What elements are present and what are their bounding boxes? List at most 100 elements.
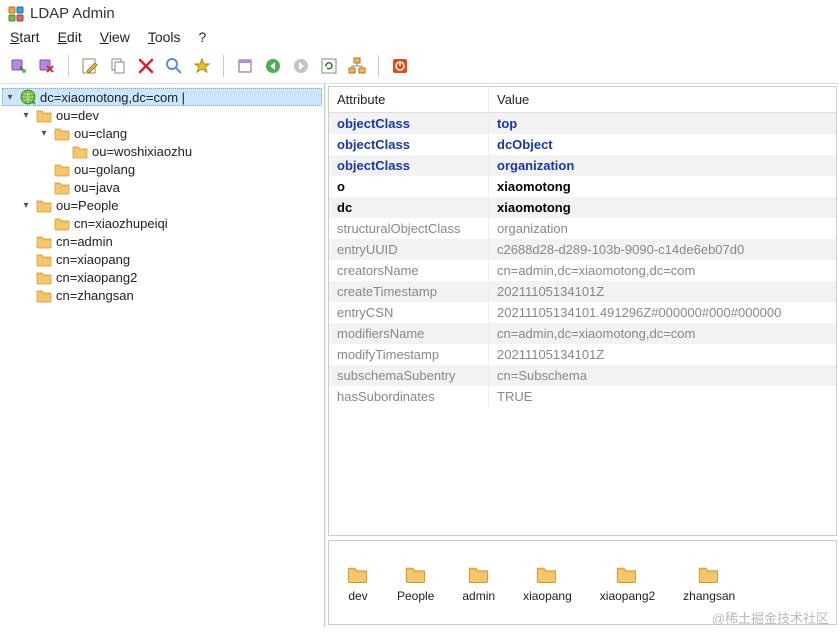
attribute-row[interactable]: oxiaomotong [329,176,836,197]
child-label: dev [348,589,367,603]
child-item[interactable]: People [397,563,434,603]
folder-icon [36,233,52,249]
folder-icon [36,287,52,303]
folder-icon [54,179,70,195]
attribute-row[interactable]: objectClassdcObject [329,134,836,155]
attribute-value: 20211105134101Z [489,281,836,302]
forward-button[interactable] [288,53,314,79]
attribute-row[interactable]: subschemaSubentrycn=Subschema [329,365,836,386]
folder-icon [54,161,70,177]
attribute-value: 20211105134101.491296Z#000000#000#000000 [489,302,836,323]
attribute-value: organization [489,218,836,239]
tree-node-golang[interactable]: ou=golang [2,160,322,178]
attribute-row[interactable]: creatorsNamecn=admin,dc=xiaomotong,dc=co… [329,260,836,281]
attribute-value: c2688d28-d289-103b-9090-c14de6eb07d0 [489,239,836,260]
attribute-row[interactable]: entryUUIDc2688d28-d289-103b-9090-c14de6e… [329,239,836,260]
tree-node-xiaopang[interactable]: cn=xiaopang [2,250,322,268]
attribute-row[interactable]: hasSubordinatesTRUE [329,386,836,407]
tree-node-people[interactable]: ▾ ou=People [2,196,322,214]
attribute-pane: Attribute Value objectClasstopobjectClas… [328,86,837,536]
tree-node-admin[interactable]: cn=admin [2,232,322,250]
tree-node-dev[interactable]: ▾ ou=dev [2,106,322,124]
tree-pane[interactable]: ▾ dc=xiaomotong,dc=com | ▾ ou=dev ▾ ou=c… [0,84,325,627]
modify-button[interactable] [189,53,215,79]
attribute-value: cn=admin,dc=xiaomotong,dc=com [489,260,836,281]
schema-button[interactable] [344,53,370,79]
attribute-value: organization [489,155,836,176]
refresh-button[interactable] [316,53,342,79]
chevron-down-icon[interactable]: ▾ [20,110,32,121]
tree-node-xiaozhupeiqi[interactable]: cn=xiaozhupeiqi [2,214,322,232]
child-item[interactable]: zhangsan [683,563,735,603]
attribute-row[interactable]: modifyTimestamp20211105134101Z [329,344,836,365]
bookmark-button[interactable] [232,53,258,79]
menubar: Start Edit View Tools ? [0,27,839,49]
child-item[interactable]: xiaopang [523,563,572,603]
attribute-name: o [329,176,489,197]
tree-node-label: cn=xiaopang [56,252,130,267]
tree-node-java[interactable]: ou=java [2,178,322,196]
attribute-row[interactable]: objectClasstop [329,113,836,134]
attribute-value: top [489,113,836,134]
attribute-name: hasSubordinates [329,386,489,407]
window-title: LDAP Admin [30,5,115,22]
child-item[interactable]: dev [347,563,369,603]
attribute-row[interactable]: structuralObjectClassorganization [329,218,836,239]
tree-node-woshixiaozhu[interactable]: ou=woshixiaozhu [2,142,322,160]
tree-node-clang[interactable]: ▾ ou=clang [2,124,322,142]
attribute-name: modifiersName [329,323,489,344]
tree-node-zhangsan[interactable]: cn=zhangsan [2,286,322,304]
globe-icon [20,89,36,105]
col-attribute[interactable]: Attribute [329,87,489,112]
attribute-value: TRUE [489,386,836,407]
search-button[interactable] [161,53,187,79]
back-button[interactable] [260,53,286,79]
tree-node-label: ou=dev [56,108,99,123]
chevron-down-icon[interactable]: ▾ [20,200,32,211]
col-value[interactable]: Value [489,87,836,112]
child-label: xiaopang2 [600,589,655,603]
attribute-name: objectClass [329,113,489,134]
folder-icon [36,251,52,267]
tree-node-xiaopang2[interactable]: cn=xiaopang2 [2,268,322,286]
tree-node-label: dc=xiaomotong,dc=com | [40,90,185,105]
exit-button[interactable] [387,53,413,79]
child-label: xiaopang [523,589,572,603]
menu-tools[interactable]: Tools [148,29,181,45]
tree-node-label: cn=xiaozhupeiqi [74,216,168,231]
menu-help[interactable]: ? [199,29,207,45]
copy-entry-button[interactable] [105,53,131,79]
menu-edit[interactable]: Edit [58,29,82,45]
chevron-down-icon[interactable]: ▾ [38,128,50,139]
attribute-name: subschemaSubentry [329,365,489,386]
tree-node-label: ou=People [56,198,119,213]
attribute-value: dcObject [489,134,836,155]
attribute-value: 20211105134101Z [489,344,836,365]
app-icon [8,6,24,22]
connect-button[interactable] [6,53,32,79]
menu-start[interactable]: Start [10,29,40,45]
child-item[interactable]: xiaopang2 [600,563,655,603]
attribute-value: xiaomotong [489,176,836,197]
child-item[interactable]: admin [462,563,495,603]
delete-button[interactable] [133,53,159,79]
tree-root[interactable]: ▾ dc=xiaomotong,dc=com | [2,88,322,106]
children-pane: dev People admin xiaopang xiaopang2 zhangsan [328,540,837,625]
folder-icon [54,125,70,141]
attribute-row[interactable]: objectClassorganization [329,155,836,176]
attribute-row[interactable]: entryCSN20211105134101.491296Z#000000#00… [329,302,836,323]
menu-view[interactable]: View [100,29,130,45]
folder-icon [698,563,720,585]
attribute-value: xiaomotong [489,197,836,218]
chevron-down-icon[interactable]: ▾ [4,92,16,103]
tree-node-label: cn=zhangsan [56,288,134,303]
titlebar: LDAP Admin [0,0,839,27]
folder-icon [72,143,88,159]
attribute-name: dc [329,197,489,218]
attribute-row[interactable]: createTimestamp20211105134101Z [329,281,836,302]
folder-icon [405,563,427,585]
edit-entry-button[interactable] [77,53,103,79]
attribute-row[interactable]: dcxiaomotong [329,197,836,218]
attribute-row[interactable]: modifiersNamecn=admin,dc=xiaomotong,dc=c… [329,323,836,344]
disconnect-button[interactable] [34,53,60,79]
